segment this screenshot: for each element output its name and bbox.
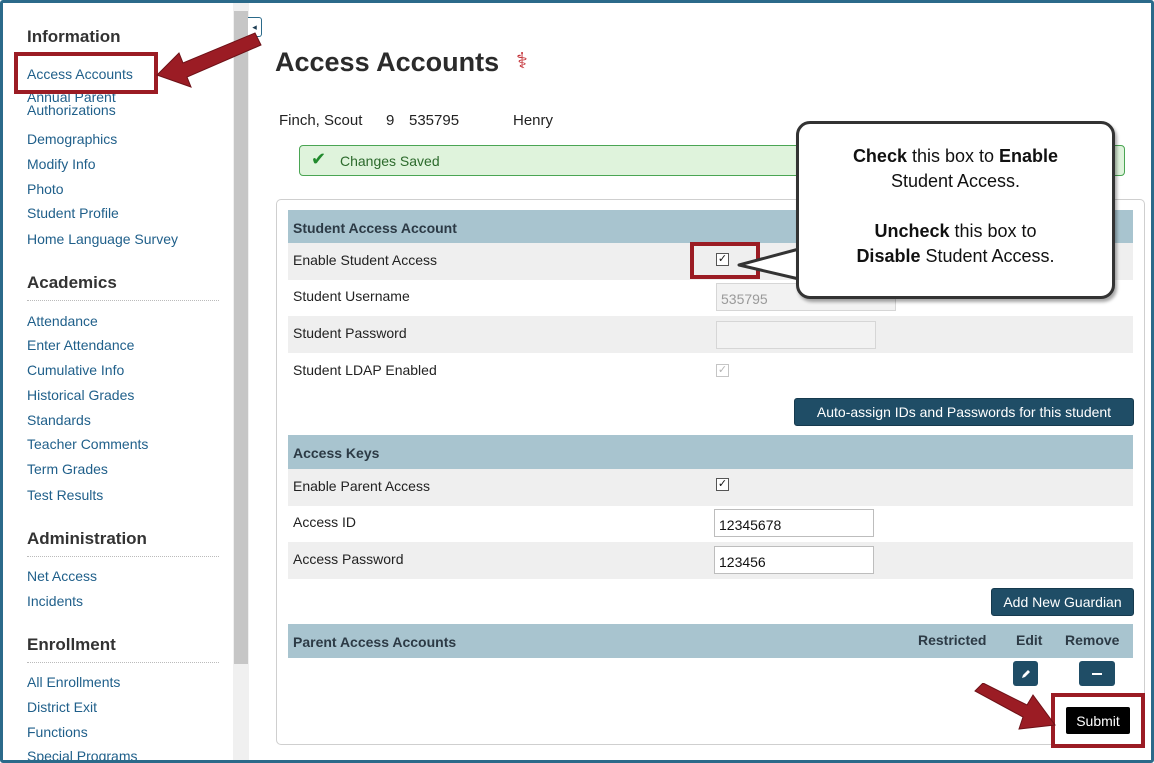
nav-divider — [27, 662, 219, 663]
remove-button[interactable] — [1079, 661, 1115, 686]
section-header-parent-accounts: Parent Access Accounts — [288, 624, 1133, 658]
nav-section-enrollment: Enrollment — [27, 635, 116, 654]
nav-link-historical-grades[interactable]: Historical Grades — [27, 388, 134, 402]
nav-link-standards[interactable]: Standards — [27, 413, 91, 427]
nav-link-incidents[interactable]: Incidents — [27, 594, 83, 608]
field-label: Enable Student Access — [293, 252, 437, 268]
annotation-arrow-submit — [974, 683, 1056, 730]
nav-link-functions[interactable]: Functions — [27, 725, 88, 739]
access-id-field[interactable]: 12345678 — [714, 509, 874, 537]
nav-divider — [27, 300, 219, 301]
access-password-field[interactable]: 123456 — [714, 546, 874, 574]
row-student-ldap: Student LDAP Enabled — [288, 353, 1133, 390]
sidebar-scrollbar[interactable] — [233, 3, 249, 760]
student-id: 535795 — [409, 112, 460, 129]
annotation-highlight-access-accounts — [14, 52, 158, 94]
nav-link-net-access[interactable]: Net Access — [27, 569, 97, 583]
instruction-callout: Check this box to Enable Student Access.… — [796, 121, 1115, 299]
column-header-remove: Remove — [1065, 632, 1120, 648]
arrow-shape — [156, 32, 262, 88]
section-title: Parent Access Accounts — [293, 634, 457, 650]
row-access-id: Access ID — [288, 505, 1133, 542]
nav-link-enter-attendance[interactable]: Enter Attendance — [27, 338, 134, 352]
student-grade: 9 — [386, 112, 395, 129]
column-header-edit: Edit — [1016, 632, 1043, 648]
nav-link-demographics[interactable]: Demographics — [27, 132, 117, 146]
row-student-password: Student Password — [288, 316, 1133, 353]
nav-link-term-grades[interactable]: Term Grades — [27, 462, 108, 476]
scrollbar-thumb[interactable] — [234, 11, 248, 664]
nav-link-attendance[interactable]: Attendance — [27, 314, 98, 328]
nav-section-administration: Administration — [27, 529, 147, 548]
field-label: Student LDAP Enabled — [293, 362, 437, 378]
auto-assign-button[interactable]: Auto-assign IDs and Passwords for this s… — [794, 398, 1134, 426]
section-title: Student Access Account — [293, 220, 457, 236]
check-icon: ✔ — [311, 149, 327, 169]
nav-link-photo[interactable]: Photo — [27, 182, 64, 196]
nav-section-information: Information — [27, 27, 121, 46]
nav-link-home-language-survey[interactable]: Home Language Survey — [27, 232, 178, 246]
annotation-highlight-submit — [1051, 693, 1145, 748]
row-access-password: Access Password — [288, 542, 1133, 579]
student-ldap-checkbox[interactable]: ✓ — [716, 364, 729, 377]
row-enable-parent-access: Enable Parent Access — [288, 469, 1133, 506]
nav-section-academics: Academics — [27, 273, 117, 292]
app-frame: Information Access Accounts Annual Paren… — [0, 0, 1154, 763]
nav-link-modify-info[interactable]: Modify Info — [27, 157, 95, 171]
alert-text: Changes Saved — [340, 153, 440, 169]
student-password-field[interactable] — [716, 321, 876, 349]
nav-link-teacher-comments[interactable]: Teacher Comments — [27, 437, 148, 451]
nav-link-special-programs[interactable]: Special Programs — [27, 749, 138, 760]
callout-line-4: Disable Student Access. — [856, 246, 1055, 266]
callout-pointer — [737, 247, 803, 281]
pencil-icon — [1021, 669, 1030, 678]
student-name: Finch, Scout — [279, 112, 363, 129]
callout-line-1: Check this box to Enable — [852, 146, 1059, 166]
field-label: Access Password — [293, 551, 404, 567]
section-header-access-keys: Access Keys — [288, 435, 1133, 469]
minus-icon — [1092, 672, 1102, 675]
arrow-shape — [974, 683, 1056, 730]
student-school: Henry — [513, 112, 554, 129]
field-label: Student Password — [293, 325, 407, 341]
callout-line-3: Uncheck this box to — [874, 221, 1037, 241]
field-label: Enable Parent Access — [293, 478, 430, 494]
column-header-restricted: Restricted — [918, 632, 987, 648]
annotation-arrow-sidebar — [156, 32, 262, 88]
nav-link-district-exit[interactable]: District Exit — [27, 700, 97, 714]
field-label: Student Username — [293, 288, 410, 304]
nav-link-student-profile[interactable]: Student Profile — [27, 206, 119, 220]
section-title: Access Keys — [293, 445, 380, 461]
nav-link-test-results[interactable]: Test Results — [27, 488, 103, 502]
callout-line-2: Student Access. — [890, 171, 1021, 191]
nav-divider — [27, 556, 219, 557]
nav-link-cumulative-info[interactable]: Cumulative Info — [27, 363, 124, 377]
sidebar: Information Access Accounts Annual Paren… — [3, 3, 233, 760]
page-title: Access Accounts — [275, 47, 500, 77]
nav-link-all-enrollments[interactable]: All Enrollments — [27, 675, 120, 689]
medical-alert-icon[interactable]: ⚕ — [516, 48, 528, 74]
enable-parent-access-checkbox[interactable]: ✓ — [716, 478, 729, 491]
field-label: Access ID — [293, 514, 357, 530]
add-new-guardian-button[interactable]: Add New Guardian — [991, 588, 1134, 616]
